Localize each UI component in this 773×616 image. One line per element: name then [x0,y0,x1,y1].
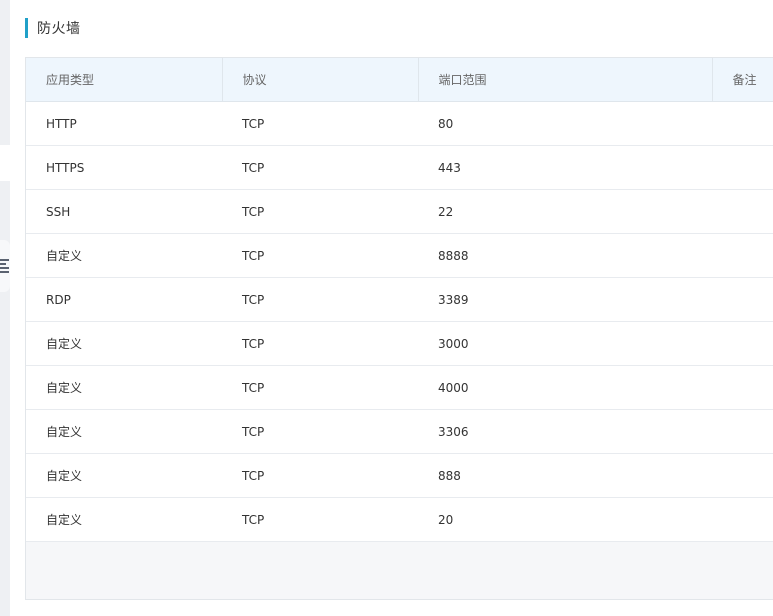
cell-protocol: TCP [222,409,418,454]
cell-app-type: 自定义 [26,365,222,410]
cell-note [712,365,773,410]
cell-port: 3306 [418,409,712,454]
table-row: HTTPS TCP 443 [26,145,773,190]
cell-port: 3000 [418,321,712,366]
firewall-table-container: 应用类型 协议 端口范围 备注 HTTP TCP 80 HTTPS TCP 44… [25,57,773,600]
firewall-rules-table: 应用类型 协议 端口范围 备注 HTTP TCP 80 HTTPS TCP 44… [26,58,773,542]
table-row: 自定义 TCP 4000 [26,365,773,410]
cell-port: 80 [418,101,712,146]
table-row: HTTP TCP 80 [26,101,773,146]
cell-note [712,101,773,146]
cell-app-type: 自定义 [26,409,222,454]
cell-protocol: TCP [222,365,418,410]
table-row: SSH TCP 22 [26,189,773,234]
table-row: 自定义 TCP 3000 [26,321,773,366]
cell-note [712,453,773,498]
cell-protocol: TCP [222,453,418,498]
cell-port: 443 [418,145,712,190]
cell-port: 3389 [418,277,712,322]
firewall-panel: 防火墙 应用类型 协议 端口范围 备注 HTTP TCP 80 HTTPS TC… [10,0,773,616]
cell-app-type: HTTPS [26,145,222,190]
cell-app-type: 自定义 [26,497,222,542]
cell-protocol: TCP [222,189,418,234]
table-row: 自定义 TCP 3306 [26,409,773,454]
cell-note [712,497,773,542]
cell-protocol: TCP [222,145,418,190]
sidebar-toggle-button[interactable] [0,240,10,292]
left-sidebar-active-marker [0,145,10,181]
table-row: RDP TCP 3389 [26,277,773,322]
cell-protocol: TCP [222,101,418,146]
column-header-protocol: 协议 [222,58,419,102]
table-row: 自定义 TCP 8888 [26,233,773,278]
cell-note [712,277,773,322]
cell-port: 888 [418,453,712,498]
cell-note [712,145,773,190]
cell-app-type: 自定义 [26,453,222,498]
cell-protocol: TCP [222,233,418,278]
cell-port: 8888 [418,233,712,278]
cell-note [712,233,773,278]
left-sidebar-strip [0,0,10,616]
cell-port: 20 [418,497,712,542]
page-title: 防火墙 [37,21,81,37]
cell-note [712,409,773,454]
cell-protocol: TCP [222,497,418,542]
cell-app-type: HTTP [26,101,222,146]
table-header-row: 应用类型 协议 端口范围 备注 [26,58,773,102]
title-accent-bar [25,18,28,38]
table-row: 自定义 TCP 20 [26,497,773,542]
cell-protocol: TCP [222,277,418,322]
column-header-port-range: 端口范围 [418,58,713,102]
cell-app-type: RDP [26,277,222,322]
cell-app-type: 自定义 [26,321,222,366]
cell-port: 4000 [418,365,712,410]
cell-app-type: 自定义 [26,233,222,278]
cell-note [712,321,773,366]
cell-note [712,189,773,234]
column-header-app-type: 应用类型 [26,58,223,102]
cell-port: 22 [418,189,712,234]
cell-app-type: SSH [26,189,222,234]
table-row: 自定义 TCP 888 [26,453,773,498]
panel-header: 防火墙 [25,17,81,39]
cell-protocol: TCP [222,321,418,366]
column-header-note: 备注 [712,58,773,102]
menu-icon [0,259,9,273]
